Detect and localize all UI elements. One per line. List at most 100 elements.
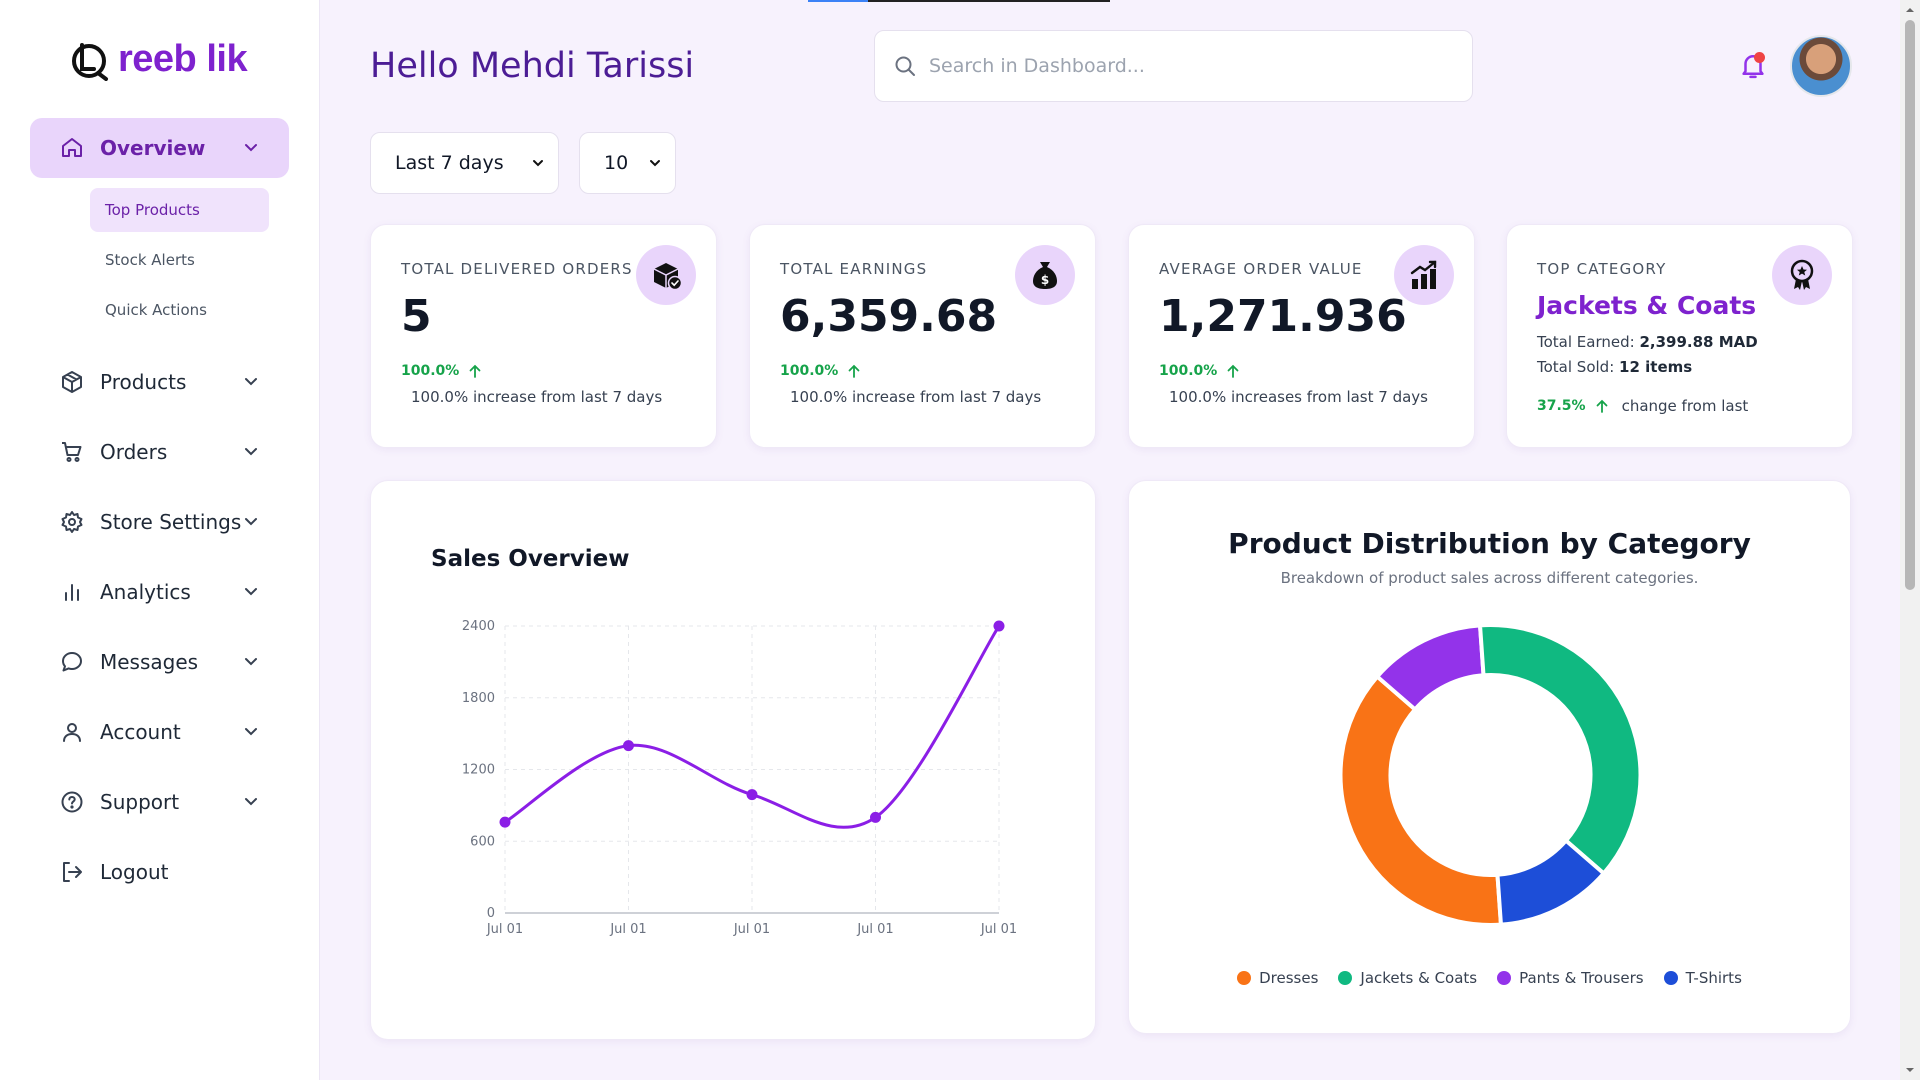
chevron-down-icon — [245, 728, 257, 736]
money-bag-icon: $ — [1015, 245, 1075, 305]
brand-name: reeb lik — [118, 38, 248, 80]
panel-title: Sales Overview — [431, 546, 630, 572]
scroll-down-arrow-icon[interactable] — [1905, 1065, 1915, 1075]
chevron-down-icon — [245, 658, 257, 666]
help-icon — [60, 790, 84, 814]
period-select[interactable]: Last 7 days — [370, 132, 559, 194]
bar-chart-icon — [60, 580, 84, 604]
top-category-earned-value: 2,399.88 MAD — [1639, 333, 1758, 351]
legend-dot — [1237, 971, 1252, 985]
top-category-name: Jackets & Coats — [1537, 291, 1757, 320]
arrow-up-icon — [848, 364, 860, 378]
arrow-up-icon — [469, 364, 481, 378]
sales-data-point[interactable] — [746, 789, 758, 801]
sidebar-item-messages[interactable]: Messages — [30, 632, 289, 692]
card-note: 100.0% increase from last 7 days — [790, 388, 1042, 406]
legend-item[interactable]: Pants & Trousers — [1497, 969, 1644, 987]
y-tick-label: 600 — [470, 834, 495, 849]
x-tick-label: Jul 01 — [856, 922, 893, 937]
card-note: change from last — [1621, 397, 1749, 415]
award-badge-icon — [1772, 245, 1832, 305]
sidebar-item-support[interactable]: Support — [30, 772, 289, 832]
sidebar-item-label: Account — [100, 720, 181, 744]
panel-subtitle: Breakdown of product sales across differ… — [1280, 569, 1699, 587]
legend-item[interactable]: Jackets & Coats — [1338, 969, 1477, 987]
sidebar-subitem-stock-alerts[interactable]: Stock Alerts — [90, 238, 269, 282]
sidebar-item-store-settings[interactable]: Store Settings — [30, 492, 289, 552]
sidebar-item-analytics[interactable]: Analytics — [30, 562, 289, 622]
sales-data-point[interactable] — [993, 620, 1005, 632]
limit-select-value: 10 — [604, 152, 629, 174]
sidebar-item-label: Support — [100, 790, 180, 814]
notification-badge — [1754, 52, 1765, 63]
sidebar-subitem-top-products[interactable]: Top Products — [90, 188, 269, 232]
gear-icon — [60, 510, 84, 534]
legend-dot — [1663, 971, 1678, 985]
legend-dot — [1497, 971, 1512, 985]
legend-item[interactable]: Dresses — [1237, 969, 1318, 987]
limit-select[interactable]: 10 — [579, 132, 676, 194]
chevron-down-icon — [245, 378, 257, 386]
sidebar-item-overview[interactable]: Overview — [30, 118, 289, 178]
delivered-box-icon — [636, 245, 696, 305]
arrow-up-icon — [1227, 364, 1239, 378]
scroll-up-arrow-icon[interactable] — [1905, 5, 1915, 15]
tab-indicator-active — [808, 0, 868, 2]
sidebar-item-products[interactable]: Products — [30, 352, 289, 412]
legend-item[interactable]: T-Shirts — [1663, 969, 1742, 987]
chevron-down-icon — [245, 144, 257, 152]
top-category-sold: Total Sold: 12 items — [1537, 358, 1692, 376]
chart-legend: Dresses Jackets & Coats Pants & Trousers T-… — [1129, 969, 1850, 987]
card-total-delivered-orders: TOTAL DELIVERED ORDERS 5 100.0% 100.0% i… — [370, 224, 717, 448]
top-category-earned-label: Total Earned: — [1537, 333, 1635, 351]
card-change-value: 100.0% — [401, 363, 460, 379]
sales-data-point[interactable] — [623, 740, 634, 752]
y-tick-label: 0 — [487, 906, 495, 921]
x-tick-label: Jul 01 — [980, 922, 1017, 937]
logo-icon — [72, 42, 108, 81]
card-change-value: 100.0% — [1159, 363, 1218, 379]
donut-slice-jackets-coats[interactable] — [1477, 623, 1643, 877]
logout-icon — [60, 860, 84, 884]
x-tick-label: Jul 01 — [609, 922, 646, 937]
legend-dot — [1338, 971, 1353, 985]
brand-logo[interactable]: reeb lik — [68, 38, 248, 81]
search-bar[interactable] — [874, 30, 1473, 102]
legend-label: Dresses — [1259, 969, 1319, 987]
legend-label: Jackets & Coats — [1360, 969, 1478, 987]
search-icon — [895, 56, 915, 76]
sidebar-subitem-quick-actions[interactable]: Quick Actions — [90, 288, 269, 332]
top-category-sold-label: Total Sold: — [1537, 358, 1615, 376]
sales-data-point[interactable] — [499, 816, 511, 828]
sidebar-item-label: Products — [100, 370, 187, 394]
card-top-category: TOP CATEGORY Jackets & Coats Total Earne… — [1506, 224, 1853, 448]
card-title: AVERAGE ORDER VALUE — [1159, 260, 1363, 278]
page-scrollbar[interactable] — [1900, 0, 1920, 1080]
user-avatar[interactable] — [1790, 35, 1852, 97]
sidebar-item-orders[interactable]: Orders — [30, 422, 289, 482]
sidebar-item-label: Logout — [100, 860, 169, 884]
chevron-down-icon — [245, 588, 257, 596]
box-icon — [60, 370, 84, 394]
user-icon — [60, 720, 84, 744]
search-input[interactable] — [929, 55, 1449, 77]
top-category-earned: Total Earned: 2,399.88 MAD — [1537, 333, 1758, 351]
donut-slice-dresses[interactable] — [1338, 673, 1504, 927]
card-change: 100.0% — [401, 363, 483, 379]
sales-overview-panel: Sales Overview 0 600 1200 1800 2400 Jul 01 Jul… — [370, 480, 1096, 1040]
sidebar-item-account[interactable]: Account — [30, 702, 289, 762]
legend-label: Pants & Trousers — [1519, 969, 1644, 987]
card-value: 1,271.936 — [1159, 291, 1407, 342]
scrollbar-thumb[interactable] — [1905, 20, 1915, 590]
card-change: 37.5% change from last — [1537, 397, 1748, 415]
sidebar-item-label: Store Settings — [100, 510, 242, 534]
sidebar-item-logout[interactable]: Logout — [30, 842, 289, 902]
card-change-value: 100.0% — [780, 363, 839, 379]
page-greeting: Hello Mehdi Tarissi — [370, 46, 695, 86]
card-change: 100.0% — [1159, 363, 1241, 379]
cart-icon — [60, 440, 84, 464]
chevron-down-icon — [245, 798, 257, 806]
y-tick-label: 2400 — [462, 619, 495, 634]
sales-data-point[interactable] — [870, 811, 881, 823]
card-value: 5 — [401, 291, 432, 342]
